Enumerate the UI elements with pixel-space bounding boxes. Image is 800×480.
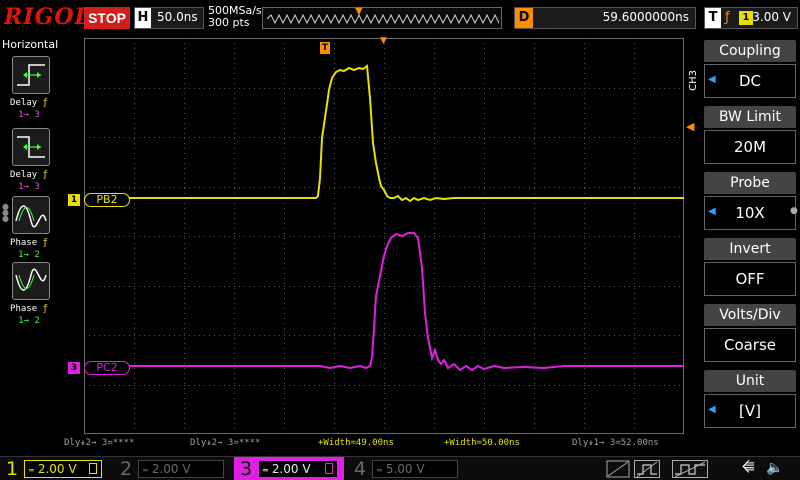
measure-label: Phase ƒ xyxy=(10,304,48,314)
acquisition-info: 500MSa/s 300 pts xyxy=(208,5,262,29)
menu-item-title: Unit xyxy=(704,370,796,392)
menu-item-title: Probe xyxy=(704,172,796,194)
menu-page-dots-icon: ● xyxy=(790,206,798,216)
menu-item-value: Coarse xyxy=(704,328,796,362)
ch1-label: PB2 xyxy=(84,193,130,207)
delay-box[interactable]: D 59.6000000ns xyxy=(514,7,696,29)
ch4-scale: ═ 5.00 V xyxy=(372,460,458,478)
trigger-key: T xyxy=(705,8,721,28)
top-status-bar: RIGOL STOP H 50.0ns 500MSa/s 300 pts ▼ D… xyxy=(0,0,800,36)
measure-label: Delay ƒ xyxy=(10,170,48,180)
trigger-source: 1 xyxy=(739,11,753,25)
memory-depth: 300 pts xyxy=(208,16,250,29)
ch1-status-number: 1 xyxy=(6,458,19,480)
measure-sub: 1→ 2 xyxy=(18,250,40,260)
delay-rise-icon xyxy=(12,56,50,94)
trigger-position-marker[interactable]: T xyxy=(320,42,330,54)
dc-coupling-icon: ═ xyxy=(263,466,268,475)
measurement-readout: +Width=49.00ns xyxy=(318,438,394,448)
menu-item-title: Coupling xyxy=(704,40,796,62)
dc-coupling-icon: ═ xyxy=(143,466,148,475)
measurement-readout: Dly↡2→ 3=**** xyxy=(190,438,261,448)
measure-delay-fall[interactable]: Delay ƒ 1→ 3 xyxy=(0,128,58,198)
measurement-readout: Dly↡2→ 3=**** xyxy=(64,438,135,448)
ref-waveform-icon[interactable] xyxy=(634,460,660,478)
ch4-status-number: 4 xyxy=(354,458,367,480)
menu-volts-div[interactable]: Volts/Div Coarse xyxy=(704,304,796,366)
dc-coupling-icon: ═ xyxy=(29,466,34,475)
ch1-scale: ═ 2.00 V xyxy=(24,460,102,478)
ch2-scale: ═ 2.00 V xyxy=(138,460,224,478)
measure-label: Phase ƒ xyxy=(10,238,48,248)
left-panel-title: Horizontal xyxy=(2,38,59,51)
menu-invert[interactable]: Invert OFF xyxy=(704,238,796,300)
speaker-muted-icon[interactable]: 🔈 xyxy=(766,460,783,476)
dc-coupling-icon: ═ xyxy=(377,466,382,475)
measure-sub: 1→ 3 xyxy=(18,110,40,120)
phase-icon xyxy=(12,196,50,234)
menu-item-title: Volts/Div xyxy=(704,304,796,326)
measure-phase-fall[interactable]: Phase ƒ 1→ 2 xyxy=(0,262,58,332)
ch3-scale: ═ 2.00 V xyxy=(258,460,338,478)
measure-sub: 1→ 3 xyxy=(18,182,40,192)
channel-status-bar: 1 ═ 2.00 V 2 ═ 2.00 V 3 ═ 2.00 V 4 ═ 5.00 V … xyxy=(0,456,800,480)
decode-waveform-icon[interactable] xyxy=(672,460,708,478)
delay-value: 59.6000000ns xyxy=(602,10,689,24)
menu-channel-label: CH3 xyxy=(688,70,699,91)
run-stop-indicator[interactable]: STOP xyxy=(84,7,130,29)
menu-unit[interactable]: Unit [V] ◀ xyxy=(704,370,796,432)
bw-limit-icon xyxy=(89,463,97,474)
menu-item-value: 20M xyxy=(704,130,796,164)
trigger-box[interactable]: T ƒ 1 3.00 V xyxy=(704,7,798,29)
phase-icon xyxy=(12,262,50,300)
menu-item-value: 10X xyxy=(704,196,796,230)
horizontal-measure-panel: Horizontal Delay ƒ 1→ 3 Delay ƒ 1→ 3 ● ● ●… xyxy=(0,38,58,456)
delay-key: D xyxy=(515,8,533,28)
trigger-level: 3.00 V xyxy=(752,10,791,24)
timebase-value: 50.0ns xyxy=(157,10,198,24)
menu-bw-limit[interactable]: BW Limit 20M xyxy=(704,106,796,168)
ch3-label: PC2 xyxy=(84,361,130,375)
measure-delay-rise[interactable]: Delay ƒ 1→ 3 xyxy=(0,56,58,126)
graticule xyxy=(84,38,684,434)
menu-coupling[interactable]: Coupling DC ◀ xyxy=(704,40,796,102)
ch3-waveform xyxy=(84,232,684,372)
ch1-number: 1 xyxy=(68,194,80,206)
memory-overview-bar[interactable]: ▼ xyxy=(262,6,502,29)
menu-arrow-icon: ◀ xyxy=(708,404,716,415)
menu-item-title: Invert xyxy=(704,238,796,260)
memory-trigger-marker-icon: ▼ xyxy=(355,6,363,17)
measure-phase-rise[interactable]: Phase ƒ 1→ 2 xyxy=(0,196,58,266)
bw-limit-icon xyxy=(325,463,333,474)
menu-item-value: [V] xyxy=(704,394,796,428)
rising-edge-icon: ƒ xyxy=(725,10,730,25)
channel-menu: Coupling DC ◀ BW Limit 20M Probe 10X ◀ I… xyxy=(704,38,800,434)
measurement-readout: Dly↡1→ 3=52.00ns xyxy=(572,438,659,448)
trigger-level-marker-icon[interactable]: ◀ xyxy=(686,120,694,133)
menu-item-value: DC xyxy=(704,64,796,98)
measure-sub: 1→ 2 xyxy=(18,316,40,326)
menu-arrow-icon: ◀ xyxy=(708,74,716,85)
horizontal-timebase-box[interactable]: H 50.0ns xyxy=(134,7,204,29)
rigol-logo: RIGOL xyxy=(4,4,91,30)
menu-probe[interactable]: Probe 10X ◀ xyxy=(704,172,796,234)
math-slash-icon[interactable] xyxy=(606,460,630,478)
menu-item-title: BW Limit xyxy=(704,106,796,128)
memory-wave-icon xyxy=(267,14,499,24)
waveform-display[interactable] xyxy=(84,38,684,434)
usb-icon: ⭅ xyxy=(742,460,755,476)
menu-arrow-icon: ◀ xyxy=(708,206,716,217)
ch3-number: 3 xyxy=(68,362,80,374)
ch2-status-number: 2 xyxy=(120,458,133,480)
horizontal-key: H xyxy=(135,8,151,28)
ch3-status-number: 3 xyxy=(240,458,253,480)
measure-label: Delay ƒ xyxy=(10,98,48,108)
menu-item-value: OFF xyxy=(704,262,796,296)
delay-fall-icon xyxy=(12,128,50,166)
measurement-readout: +Width=50.00ns xyxy=(444,438,520,448)
trigger-center-marker-icon: ▼ xyxy=(380,36,387,46)
